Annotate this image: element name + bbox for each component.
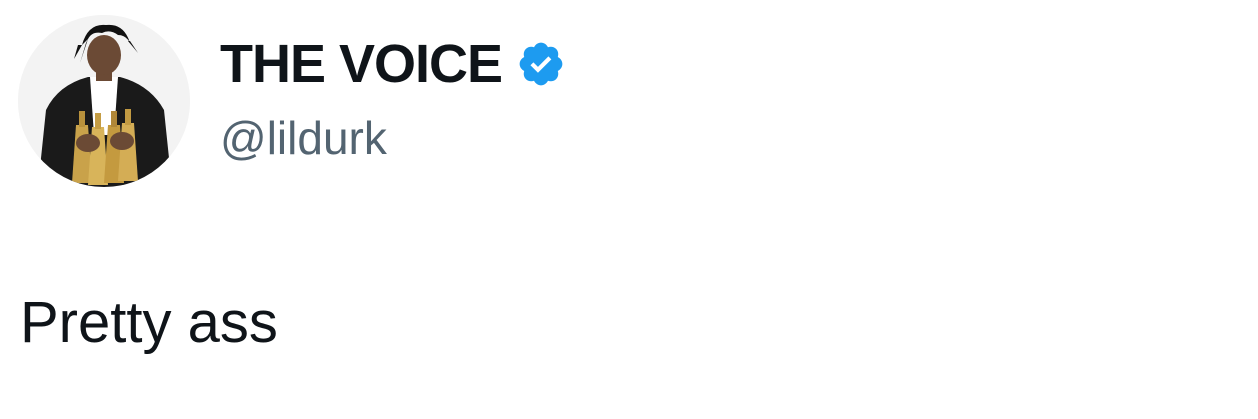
author-name-row: THE VOICE [220,32,566,96]
tweet: THE VOICE @lildurk Pretty ass [0,0,1258,419]
author-handle[interactable]: @lildurk [220,110,387,166]
verified-badge-icon[interactable] [516,39,566,89]
avatar-image [18,15,190,187]
tweet-text: Pretty ass [20,290,278,355]
author-avatar[interactable] [18,15,190,187]
author-display-name[interactable]: THE VOICE [220,32,503,96]
